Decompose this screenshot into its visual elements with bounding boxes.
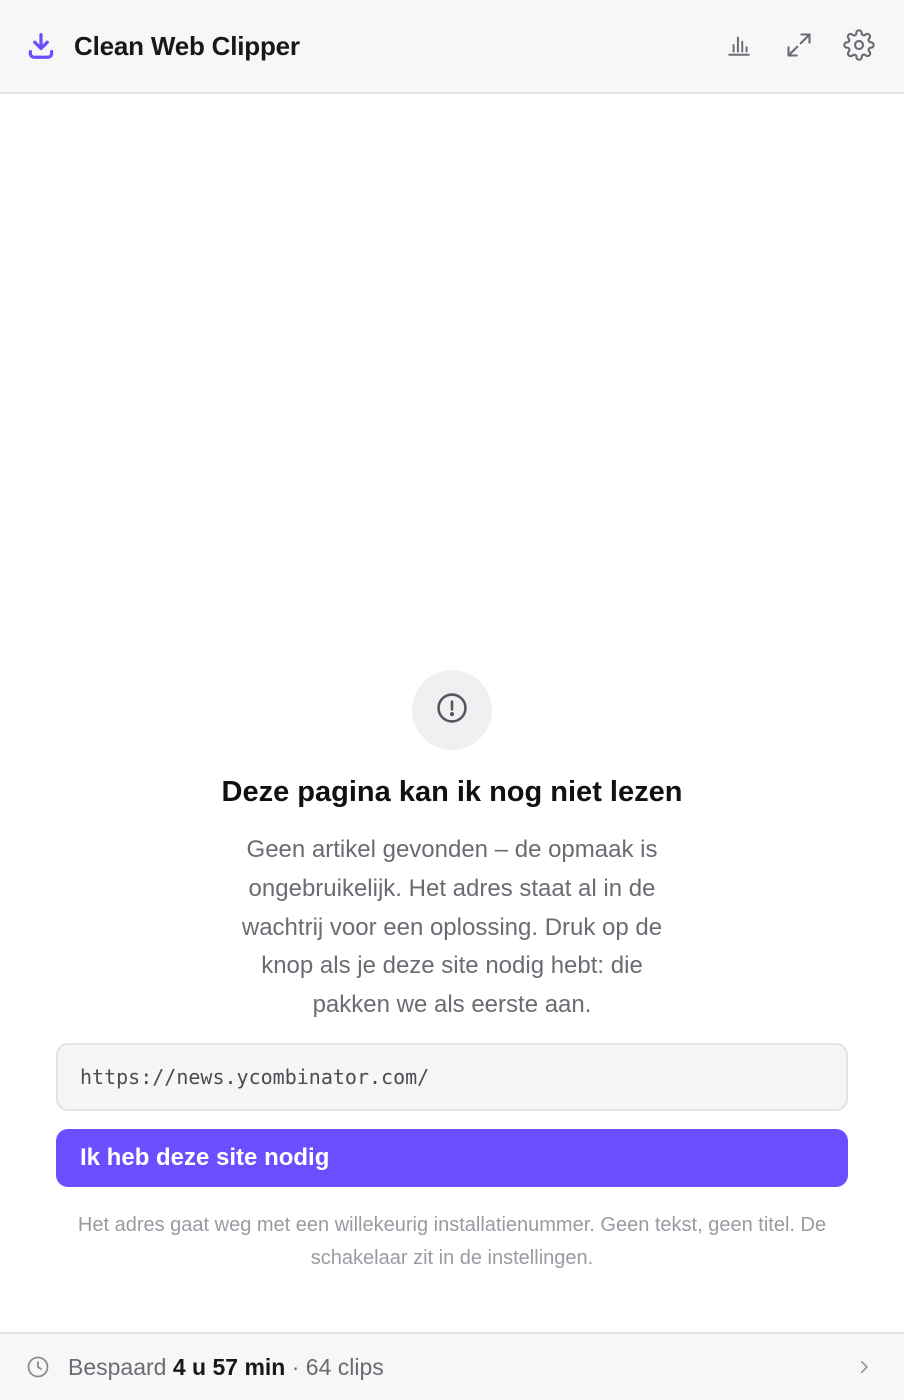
settings-button[interactable]	[842, 28, 876, 64]
clock-icon	[26, 1355, 50, 1379]
header: Clean Web Clipper	[0, 0, 904, 94]
app-title: Clean Web Clipper	[74, 30, 300, 61]
stats-button[interactable]	[722, 29, 756, 63]
unsupported-page-state: Deze pagina kan ik nog niet lezen Geen a…	[56, 670, 848, 1275]
privacy-note: Het adres gaat weg met een willekeurig i…	[77, 1213, 827, 1269]
empty-state-title: Deze pagina kan ik nog niet lezen	[221, 776, 683, 808]
savings-summary: Bespaard 4 u 57 min · 64 clips	[68, 1354, 384, 1381]
empty-state-description: Geen artikel gevonden – de opmaak is ong…	[241, 836, 663, 1019]
chevron-right-icon	[854, 1357, 874, 1377]
clip-count: · 64 clips	[291, 1353, 384, 1380]
saved-time: 4 u 57 min	[172, 1353, 286, 1380]
page-url-field: https://news.ycombinator.com/	[56, 1042, 848, 1111]
alert-badge	[412, 670, 492, 750]
expand-button[interactable]	[782, 29, 816, 63]
request-site-button[interactable]: Ik heb deze site nodig	[56, 1128, 848, 1187]
brand: Clean Web Clipper	[26, 31, 300, 62]
alert-circle-icon	[435, 691, 469, 730]
bar-chart-icon	[726, 32, 752, 61]
savings-footer[interactable]: Bespaard 4 u 57 min · 64 clips	[0, 1332, 904, 1400]
header-actions	[722, 28, 876, 64]
app-window: Clean Web Clipper Deze pagina kan ik nog…	[0, 0, 904, 1400]
download-icon	[26, 31, 56, 61]
main-content: Deze pagina kan ik nog niet lezen Geen a…	[0, 94, 904, 1332]
expand-icon	[785, 31, 813, 62]
gear-icon	[843, 28, 875, 64]
saved-prefix: Bespaard	[68, 1353, 167, 1380]
